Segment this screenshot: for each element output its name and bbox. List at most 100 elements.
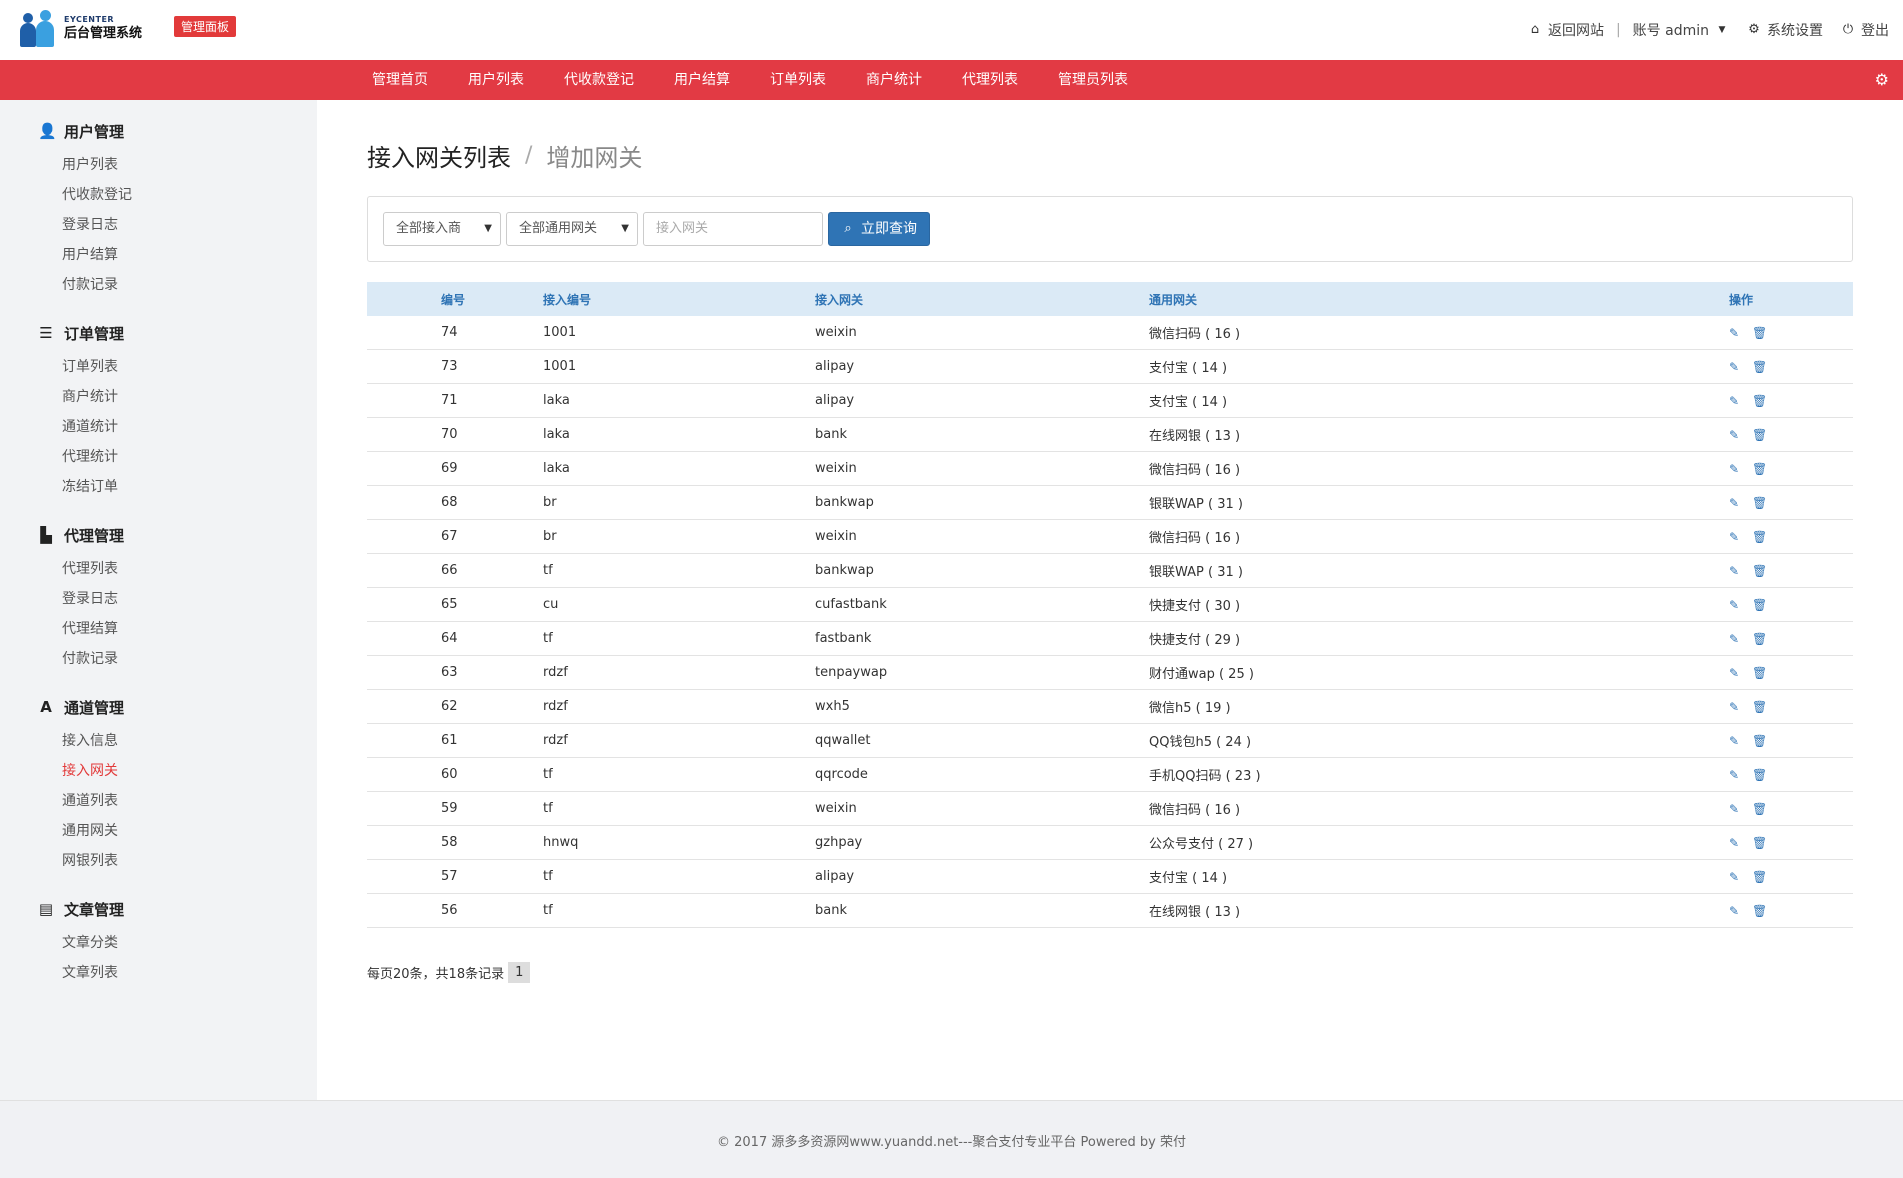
sidebar-item[interactable]: 登录日志 [38,584,124,614]
edit-icon[interactable]: ✎ [1729,803,1741,815]
trash-icon[interactable]: 🗑 [1752,361,1767,373]
cell-id: 73 [441,359,458,374]
sidebar-group-title[interactable]: ▙ 代理管理 [38,522,124,548]
cell-id: 57 [441,869,458,884]
sidebar-item[interactable]: 登录日志 [38,210,132,240]
trash-icon[interactable]: 🗑 [1752,905,1767,917]
provider-select[interactable]: 全部接入商 ▼ [383,212,501,246]
trash-icon[interactable]: 🗑 [1752,599,1767,611]
trash-icon[interactable]: 🗑 [1752,633,1767,645]
trash-icon[interactable]: 🗑 [1752,395,1767,407]
sidebar-group-title[interactable]: ☰ 订单管理 [38,320,124,346]
trash-icon[interactable]: 🗑 [1752,735,1767,747]
edit-icon[interactable]: ✎ [1729,327,1741,339]
sidebar-group-1: ☰ 订单管理订单列表 商户统计 通道统计 代理统计 冻结订单 [38,320,124,502]
sidebar-item[interactable]: 网银列表 [38,846,124,876]
edit-icon[interactable]: ✎ [1729,735,1741,747]
sidebar-item[interactable]: 订单列表 [38,352,124,382]
trash-icon[interactable]: 🗑 [1752,769,1767,781]
nav-item-7[interactable]: 管理员列表 [1038,60,1148,100]
table-row: 74 1001 weixin 微信扫码 ( 16 ) ✎ 🗑 [367,316,1853,350]
admin-panel-badge: 管理面板 [174,16,237,37]
nav-item-0[interactable]: 管理首页 [352,60,448,100]
trash-icon[interactable]: 🗑 [1752,871,1767,883]
edit-icon[interactable]: ✎ [1729,599,1741,611]
edit-icon[interactable]: ✎ [1729,463,1741,475]
edit-icon[interactable]: ✎ [1729,667,1741,679]
sidebar-group-title[interactable]: 👤 用户管理 [38,118,132,144]
trash-icon[interactable]: 🗑 [1752,667,1767,679]
edit-icon[interactable]: ✎ [1729,769,1741,781]
sidebar-group-title[interactable]: A 通道管理 [38,694,124,720]
cell-access-gateway: tenpaywap [815,665,888,680]
nav-item-6[interactable]: 代理列表 [942,60,1038,100]
sidebar-item[interactable]: 代理列表 [38,554,124,584]
page-number[interactable]: 1 [508,962,531,983]
trash-icon[interactable]: 🗑 [1752,429,1767,441]
trash-icon[interactable]: 🗑 [1752,837,1767,849]
edit-icon[interactable]: ✎ [1729,633,1741,645]
account-dropdown[interactable]: 账号 admin ▼ [1633,20,1729,40]
edit-icon[interactable]: ✎ [1729,837,1741,849]
sidebar-item[interactable]: 通道列表 [38,786,124,816]
nav-gear-icon[interactable]: ⚙ [1875,71,1889,89]
trash-icon[interactable]: 🗑 [1752,803,1767,815]
edit-icon[interactable]: ✎ [1729,905,1741,917]
edit-icon[interactable]: ✎ [1729,361,1741,373]
sidebar-item[interactable]: 用户结算 [38,240,132,270]
nav-item-3[interactable]: 用户结算 [654,60,750,100]
gateway-select-value: 全部通用网关 [519,221,598,236]
settings-label: 系统设置 [1767,23,1823,39]
edit-icon[interactable]: ✎ [1729,429,1741,441]
gateway-input[interactable]: 接入网关 [643,212,823,246]
sidebar-item[interactable]: 通用网关 [38,816,124,846]
breadcrumb-parent[interactable]: 接入网关列表 [367,138,511,173]
edit-icon[interactable]: ✎ [1729,871,1741,883]
sidebar-item[interactable]: 代收款登记 [38,180,132,210]
edit-icon[interactable]: ✎ [1729,497,1741,509]
cell-common-gateway: 微信扫码 ( 16 ) [1149,531,1241,546]
sidebar-item[interactable]: 用户列表 [38,150,132,180]
cell-id: 66 [441,563,458,578]
sidebar-group-title[interactable]: ▤ 文章管理 [38,896,124,922]
sidebar-item[interactable]: 文章列表 [38,958,124,988]
trash-icon[interactable]: 🗑 [1752,565,1767,577]
trash-icon[interactable]: 🗑 [1752,497,1767,509]
header-access-gateway: 接入网关 [815,292,864,307]
query-button[interactable]: ⌕ 立即查询 [828,212,930,246]
cell-common-gateway: 支付宝 ( 14 ) [1149,871,1228,886]
cell-common-gateway: 银联WAP ( 31 ) [1149,497,1243,512]
nav-item-2[interactable]: 代收款登记 [544,60,654,100]
filter-panel: 全部接入商 ▼ 全部通用网关 ▼ 接入网关 ⌕ 立即查询 [367,196,1853,262]
nav-item-5[interactable]: 商户统计 [846,60,942,100]
sidebar-item[interactable]: 付款记录 [38,644,124,674]
sidebar-item[interactable]: 接入信息 [38,726,124,756]
sidebar-item[interactable]: 接入网关 [38,756,124,786]
breadcrumb-current[interactable]: 增加网关 [546,138,642,173]
brand[interactable]: EYCENTER 后台管理系统 [18,6,142,50]
sidebar-item[interactable]: 文章分类 [38,928,124,958]
sidebar-item[interactable]: 商户统计 [38,382,124,412]
sidebar-item[interactable]: 代理结算 [38,614,124,644]
trash-icon[interactable]: 🗑 [1752,701,1767,713]
trash-icon[interactable]: 🗑 [1752,531,1767,543]
logout-link[interactable]: ⏻ 登出 [1841,20,1889,40]
trash-icon[interactable]: 🗑 [1752,327,1767,339]
back-site-link[interactable]: ⌂ 返回网站 [1528,20,1604,40]
gateway-select[interactable]: 全部通用网关 ▼ [506,212,638,246]
edit-icon[interactable]: ✎ [1729,531,1741,543]
sidebar-item[interactable]: 付款记录 [38,270,132,300]
settings-link[interactable]: ⚙ 系统设置 [1747,20,1823,40]
table-row: 60 tf qqrcode 手机QQ扫码 ( 23 ) ✎ 🗑 [367,758,1853,792]
cell-actions: ✎ 🗑 [1729,871,1853,883]
nav-item-4[interactable]: 订单列表 [750,60,846,100]
cell-common-gateway: 在线网银 ( 13 ) [1149,905,1241,920]
edit-icon[interactable]: ✎ [1729,701,1741,713]
sidebar-item[interactable]: 冻结订单 [38,472,124,502]
trash-icon[interactable]: 🗑 [1752,463,1767,475]
sidebar-item[interactable]: 通道统计 [38,412,124,442]
edit-icon[interactable]: ✎ [1729,395,1741,407]
edit-icon[interactable]: ✎ [1729,565,1741,577]
sidebar-item[interactable]: 代理统计 [38,442,124,472]
nav-item-1[interactable]: 用户列表 [448,60,544,100]
